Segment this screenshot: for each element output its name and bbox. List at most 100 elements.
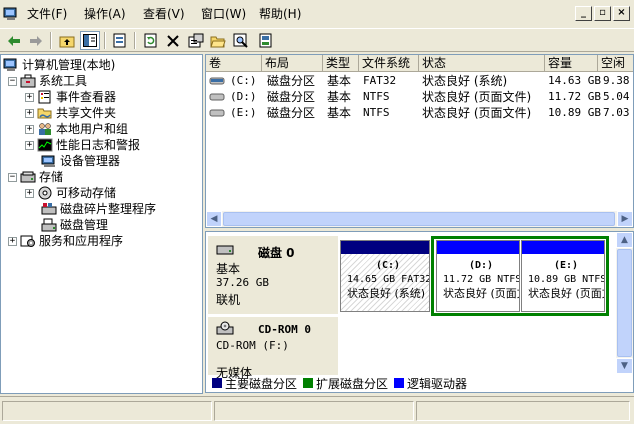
vertical-scrollbar[interactable]: ▲ ▼ <box>616 232 633 374</box>
tree-item-removable-storage[interactable]: + 可移动存储 <box>25 185 116 201</box>
properties-icon[interactable] <box>110 31 130 50</box>
show-tree-icon[interactable] <box>80 31 100 50</box>
table-row[interactable]: (D:) 磁盘分区 基本 NTFS 状态良好 (页面文件) 11.72 GB 5… <box>206 89 633 105</box>
tree-item-system-tools[interactable]: − 系统工具 <box>8 73 87 89</box>
forward-icon[interactable] <box>26 31 46 50</box>
tree-item-shared-folders[interactable]: + 共享文件夹 <box>25 105 116 121</box>
expand-icon[interactable]: + <box>25 92 34 102</box>
table-row[interactable]: (E:) 磁盘分区 基本 NTFS 状态良好 (页面文件) 10.89 GB 7… <box>206 105 633 121</box>
tree-item-perf-logs[interactable]: + 性能日志和警报 <box>25 137 140 153</box>
scroll-thumb[interactable] <box>617 249 632 357</box>
volume-cell: (E:) <box>230 106 257 119</box>
type-cell: 基本 <box>327 90 352 104</box>
status-cell: 状态良好 (页面文件) <box>422 106 532 120</box>
open-icon[interactable] <box>208 31 228 50</box>
partition-title: (D:) <box>468 260 494 271</box>
close-button[interactable]: × <box>613 6 630 21</box>
refresh-icon[interactable] <box>141 31 161 50</box>
hard-disk-icon <box>216 245 234 255</box>
restore-button[interactable]: ▫ <box>594 6 611 21</box>
toolbar-separator <box>50 32 52 49</box>
menu-help[interactable]: 帮助(H) <box>259 7 301 21</box>
shared-folder-icon <box>37 108 52 119</box>
partition-body: (E:) 10.89 GB NTFS 状态良好 (页面文件) <box>522 254 604 311</box>
status-cell-1 <box>2 401 212 421</box>
partition-title: (E:) <box>553 260 579 271</box>
menu-view[interactable]: 查看(V) <box>143 7 185 21</box>
scroll-left-button[interactable]: ◀ <box>206 211 222 227</box>
partition-status: 状态良好 (页面文件) <box>443 287 519 300</box>
tree-item-services-apps[interactable]: + 服务和应用程序 <box>8 233 123 249</box>
scroll-down-button[interactable]: ▼ <box>616 358 633 374</box>
filesystem-cell: NTFS <box>363 90 390 103</box>
export-icon[interactable] <box>256 31 276 50</box>
legend-swatch-logical <box>394 378 405 388</box>
scroll-up-button[interactable]: ▲ <box>616 232 633 248</box>
collapse-icon[interactable]: − <box>8 76 17 86</box>
expand-icon[interactable]: + <box>8 236 17 246</box>
scroll-right-button[interactable]: ▶ <box>617 211 633 227</box>
cdrom-0-label[interactable]: CD-ROM 0 CD-ROM (F:) 无媒体 <box>208 317 338 380</box>
menu-window[interactable]: 窗口(W) <box>201 7 246 21</box>
menu-action[interactable]: 操作(A) <box>84 7 126 21</box>
tree-item-event-viewer[interactable]: + 事件查看器 <box>25 89 116 105</box>
horizontal-scrollbar[interactable]: ◀ ▶ <box>206 211 633 227</box>
disk-0-label[interactable]: 磁盘 0 基本 37.26 GB 联机 <box>208 236 338 314</box>
layout-cell: 磁盘分区 <box>267 90 316 104</box>
partition-d[interactable]: (D:) 11.72 GB NTFS 状态良好 (页面文件) <box>436 240 520 312</box>
layout-cell: 磁盘分区 <box>267 74 316 88</box>
delete-icon[interactable] <box>163 31 183 50</box>
tree-label: 共享文件夹 <box>56 106 117 120</box>
properties2-icon[interactable] <box>186 31 206 50</box>
scroll-thumb[interactable] <box>223 212 615 226</box>
tree-label: 服务和应用程序 <box>39 234 124 248</box>
column-header-layout[interactable]: 布局 <box>262 55 323 72</box>
partition-e[interactable]: (E:) 10.89 GB NTFS 状态良好 (页面文件) <box>521 240 605 312</box>
minimize-button[interactable]: _ <box>575 6 592 21</box>
column-header-status[interactable]: 状态 <box>419 55 545 72</box>
cdrom-empty-area[interactable] <box>338 317 616 374</box>
tree-item-device-manager[interactable]: 设备管理器 <box>41 153 120 169</box>
tree-item-defrag[interactable]: 磁盘碎片整理程序 <box>41 201 156 217</box>
column-header-filesystem[interactable]: 文件系统 <box>359 55 419 72</box>
free-cell: 5.04 <box>603 90 630 103</box>
table-row[interactable]: (C:) 磁盘分区 基本 FAT32 状态良好 (系统) 14.63 GB 9.… <box>206 73 633 89</box>
up-icon[interactable] <box>57 31 77 50</box>
tree-item-storage[interactable]: − 存储 <box>8 169 63 185</box>
partition-c[interactable]: (C:) 14.65 GB FAT32 状态良好 (系统) <box>340 240 430 312</box>
expand-icon[interactable]: + <box>25 108 34 118</box>
storage-icon <box>20 171 36 183</box>
partition-size: 10.89 GB NTFS <box>528 274 604 285</box>
legend-label-logical: 逻辑驱动器 <box>407 376 468 391</box>
back-icon[interactable] <box>4 31 24 50</box>
free-cell: 9.38 <box>603 74 630 87</box>
computer-management-icon[interactable] <box>3 7 19 21</box>
tree-item-root[interactable]: 计算机管理(本地) <box>3 57 115 73</box>
tree-item-disk-management[interactable]: 磁盘管理 <box>41 217 108 233</box>
expand-icon[interactable]: + <box>25 124 34 134</box>
tree-label: 磁盘碎片整理程序 <box>60 202 157 216</box>
partition-bar <box>341 241 429 254</box>
users-icon <box>39 123 51 135</box>
collapse-icon[interactable]: − <box>8 172 17 182</box>
column-header-free[interactable]: 空闲 <box>598 55 633 72</box>
search-icon[interactable] <box>231 31 251 50</box>
drive-icon <box>209 77 225 85</box>
toolbox-icon <box>20 74 36 88</box>
tree-label: 计算机管理(本地) <box>22 58 116 72</box>
tree-item-local-users[interactable]: + 本地用户和组 <box>25 121 128 137</box>
status-cell: 状态良好 (页面文件) <box>422 90 532 104</box>
expand-icon[interactable]: + <box>25 188 34 198</box>
partition-body: (D:) 11.72 GB NTFS 状态良好 (页面文件) <box>437 254 519 311</box>
expand-icon[interactable]: + <box>25 140 34 150</box>
column-header-volume[interactable]: 卷 <box>206 55 262 72</box>
column-header-capacity[interactable]: 容量 <box>545 55 598 72</box>
partition-size: 11.72 GB NTFS <box>443 274 519 285</box>
column-header-type[interactable]: 类型 <box>323 55 359 72</box>
computer-icon <box>3 58 17 71</box>
volume-cell: (C:) <box>230 74 257 87</box>
tree-label: 存储 <box>39 170 64 184</box>
menu-file[interactable]: 文件(F) <box>27 7 67 21</box>
status-cell-3 <box>416 401 630 421</box>
status-bar <box>0 396 634 424</box>
